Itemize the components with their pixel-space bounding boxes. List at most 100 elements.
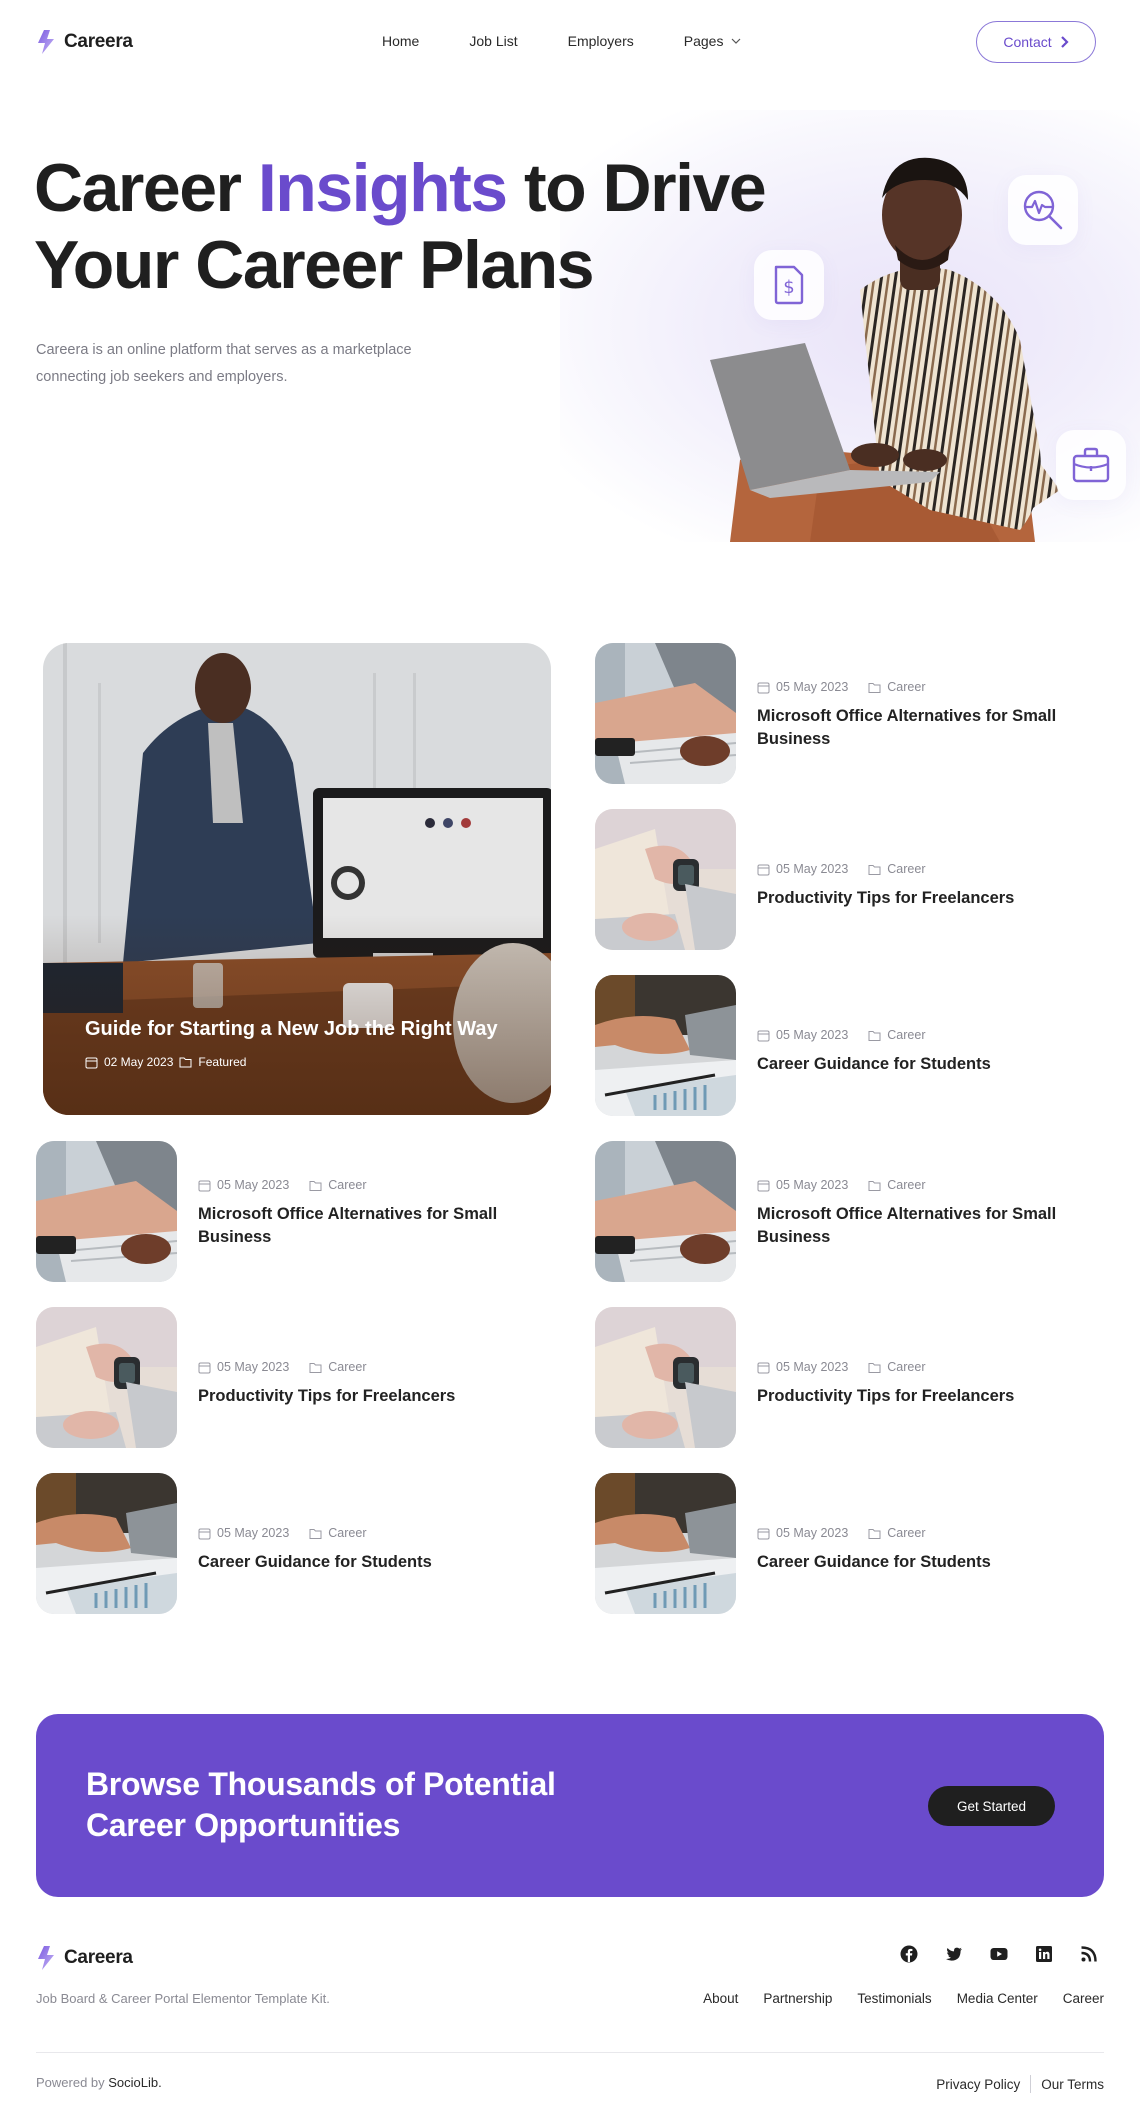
linkedin-icon[interactable] <box>1035 1945 1053 1963</box>
post-title[interactable]: Career Guidance for Students <box>198 1551 538 1574</box>
post-thumbnail[interactable] <box>595 809 736 950</box>
post-category[interactable]: Career <box>328 1178 366 1192</box>
hero-title-accent: Insights <box>257 150 508 226</box>
post-thumbnail-image-typing-keyboard <box>36 1141 177 1282</box>
featured-post-title[interactable]: Guide for Starting a New Job the Right W… <box>85 1018 498 1041</box>
post-title[interactable]: Microsoft Office Alternatives for Small … <box>757 1203 1097 1249</box>
post-date: 05 May 2023 <box>217 1178 290 1192</box>
post-category[interactable]: Career <box>887 1178 925 1192</box>
main-menu: Home Job List Employers Pages <box>382 33 791 49</box>
footer-brand-name: Careera <box>64 1947 133 1968</box>
nav-home-label: Home <box>382 33 420 49</box>
post-title[interactable]: Productivity Tips for Freelancers <box>198 1385 538 1408</box>
footer-link-testimonials[interactable]: Testimonials <box>857 1991 931 2006</box>
post-title[interactable]: Career Guidance for Students <box>757 1551 1097 1574</box>
post-category[interactable]: Career <box>887 680 925 694</box>
powered-by-brand-link[interactable]: SocioLib. <box>108 2075 161 2090</box>
folder-icon <box>868 864 881 875</box>
footer-link-media-center[interactable]: Media Center <box>957 1991 1038 2006</box>
post-thumbnail[interactable] <box>36 1473 177 1614</box>
post-thumbnail[interactable] <box>595 975 736 1116</box>
post-date: 05 May 2023 <box>776 1028 849 1042</box>
post-title[interactable]: Productivity Tips for Freelancers <box>757 887 1097 910</box>
featured-post-category[interactable]: Featured <box>198 1055 246 1069</box>
post-date: 05 May 2023 <box>776 1178 849 1192</box>
footer-link-career[interactable]: Career <box>1063 1991 1104 2006</box>
hero-title-part1: Career <box>34 150 258 226</box>
calendar-icon <box>198 1180 211 1191</box>
post-date: 05 May 2023 <box>776 1360 849 1374</box>
powered-by-prefix: Powered by <box>36 2075 109 2090</box>
post-card[interactable]: 05 May 2023 Career Productivity Tips for F… <box>595 809 1115 950</box>
post-date: 05 May 2023 <box>776 862 849 876</box>
post-thumbnail-image-handshake <box>36 1473 177 1614</box>
post-meta: 05 May 2023 Career <box>757 1526 926 1540</box>
post-thumbnail[interactable] <box>595 1473 736 1614</box>
cta-title-line1: Browse Thousands of Potential <box>86 1766 556 1802</box>
facebook-icon[interactable] <box>900 1945 918 1963</box>
analytics-search-icon <box>1023 190 1063 230</box>
nav-pages-dropdown[interactable]: Pages <box>684 33 742 49</box>
folder-icon <box>179 1057 192 1068</box>
post-thumbnail[interactable] <box>595 1307 736 1448</box>
briefcase-card <box>1056 430 1126 500</box>
footer-link-partnership[interactable]: Partnership <box>763 1991 832 2006</box>
post-card[interactable]: 05 May 2023 Career Microsoft Office Altern… <box>595 1141 1115 1282</box>
brand-logo[interactable]: Careera <box>36 30 133 54</box>
post-category[interactable]: Career <box>328 1360 366 1374</box>
post-title[interactable]: Career Guidance for Students <box>757 1053 1097 1076</box>
post-thumbnail[interactable] <box>595 643 736 784</box>
post-title[interactable]: Microsoft Office Alternatives for Small … <box>757 705 1097 751</box>
post-card[interactable]: 05 May 2023 Career Career Guidance for Stu… <box>595 975 1115 1116</box>
folder-icon <box>309 1362 322 1373</box>
post-meta: 05 May 2023 Career <box>757 1178 926 1192</box>
featured-post-card[interactable]: Guide for Starting a New Job the Right W… <box>43 643 551 1115</box>
analytics-card <box>1008 175 1078 245</box>
post-title[interactable]: Microsoft Office Alternatives for Small … <box>198 1203 538 1249</box>
post-category[interactable]: Career <box>328 1526 366 1540</box>
nav-employers[interactable]: Employers <box>568 33 634 49</box>
nav-job-list[interactable]: Job List <box>469 33 517 49</box>
folder-icon <box>309 1528 322 1539</box>
folder-icon <box>309 1180 322 1191</box>
post-thumbnail[interactable] <box>595 1141 736 1282</box>
nav-job-list-label: Job List <box>469 33 518 49</box>
post-category[interactable]: Career <box>887 1360 925 1374</box>
footer-logo[interactable]: Careera <box>36 1946 133 1970</box>
post-card[interactable]: 05 May 2023 Career Microsoft Office Altern… <box>595 643 1115 784</box>
invoice-card: $ <box>754 250 824 320</box>
briefcase-icon <box>1072 447 1110 483</box>
folder-icon <box>868 682 881 693</box>
contact-button[interactable]: Contact <box>976 21 1096 63</box>
footer-link-about[interactable]: About <box>703 1991 738 2006</box>
post-category[interactable]: Career <box>887 1028 925 1042</box>
top-navigation: Careera Home Job List Employers Pages Co… <box>0 0 1140 84</box>
folder-icon <box>868 1030 881 1041</box>
cta-title-line2: Career Opportunities <box>86 1807 401 1843</box>
post-thumbnail[interactable] <box>36 1141 177 1282</box>
invoice-dollar-icon: $ <box>774 265 804 305</box>
twitter-icon[interactable] <box>945 1945 963 1963</box>
youtube-icon[interactable] <box>990 1945 1008 1963</box>
post-card[interactable]: 05 May 2023 Career Productivity Tips for F… <box>595 1307 1115 1448</box>
calendar-icon <box>85 1057 98 1068</box>
our-terms-link[interactable]: Our Terms <box>1041 2077 1104 2092</box>
post-card[interactable]: 05 May 2023 Career Microsoft Office Altern… <box>36 1141 556 1282</box>
privacy-policy-link[interactable]: Privacy Policy <box>936 2077 1020 2092</box>
get-started-button[interactable]: Get Started <box>928 1786 1055 1826</box>
post-thumbnail[interactable] <box>36 1307 177 1448</box>
post-card[interactable]: 05 May 2023 Career Productivity Tips for F… <box>36 1307 556 1448</box>
rss-icon[interactable] <box>1080 1945 1098 1963</box>
calendar-icon <box>198 1362 211 1373</box>
post-thumbnail-image-handshake <box>595 975 736 1116</box>
post-card[interactable]: 05 May 2023 Career Career Guidance for Stu… <box>595 1473 1115 1614</box>
nav-home[interactable]: Home <box>382 33 419 49</box>
calendar-icon <box>198 1528 211 1539</box>
hero-title: Career Insights to Drive Your Career Pla… <box>34 150 767 304</box>
bolt-logo-icon <box>38 30 54 54</box>
post-category[interactable]: Career <box>887 862 925 876</box>
post-title[interactable]: Productivity Tips for Freelancers <box>757 1385 1097 1408</box>
post-card[interactable]: 05 May 2023 Career Career Guidance for Stu… <box>36 1473 556 1614</box>
folder-icon <box>868 1180 881 1191</box>
post-category[interactable]: Career <box>887 1526 925 1540</box>
